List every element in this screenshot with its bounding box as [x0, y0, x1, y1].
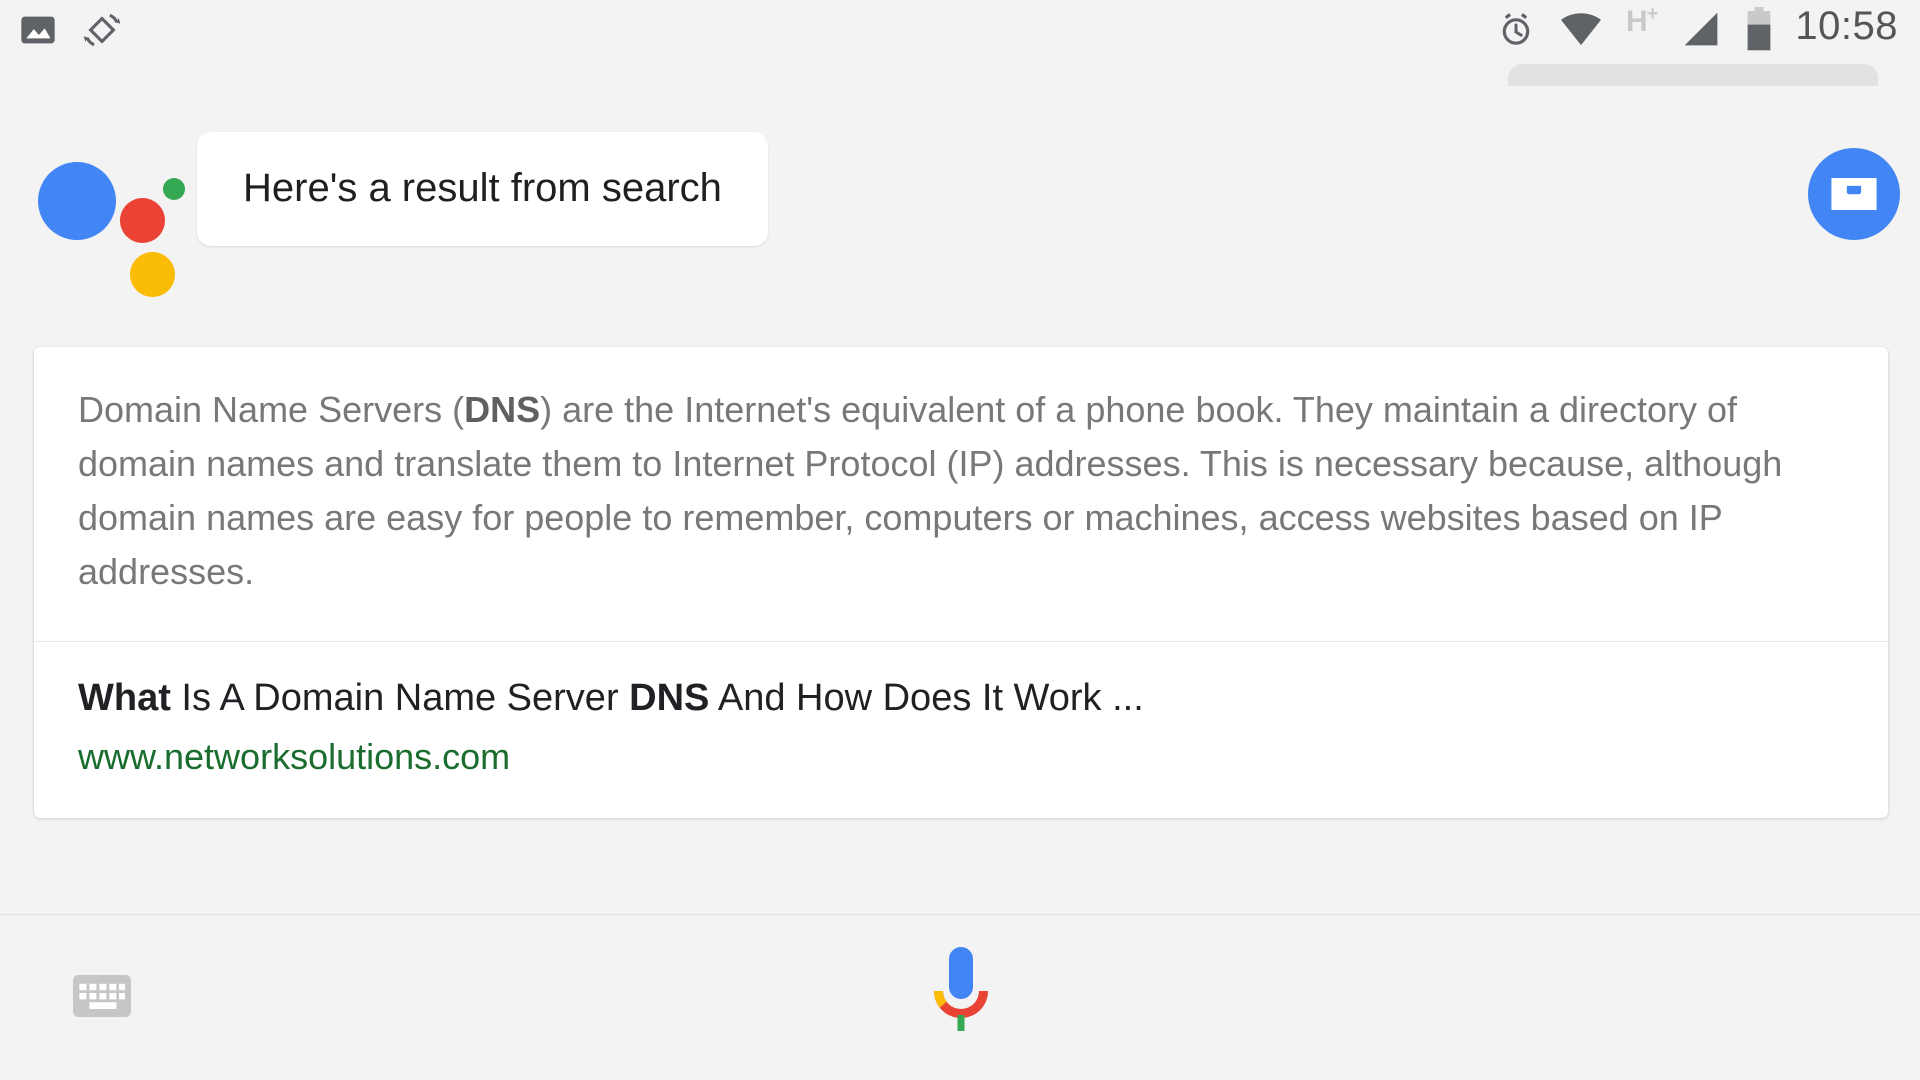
status-bar-right-icons: H+ 10:58	[1496, 2, 1898, 51]
microphone-button[interactable]	[930, 943, 992, 1040]
inbox-icon	[1831, 178, 1877, 210]
keyboard-icon	[73, 975, 131, 1021]
snippet-section: Domain Name Servers (DNS) are the Intern…	[34, 347, 1888, 641]
assistant-message-bubble: Here's a result from search	[197, 132, 768, 246]
result-link-section[interactable]: What Is A Domain Name Server DNS And How…	[34, 642, 1888, 818]
photo-icon	[18, 10, 58, 50]
link-title-mid: Is A Domain Name Server	[170, 677, 630, 719]
assistant-dot-red	[120, 198, 165, 243]
snippet-part1: Domain Name Servers (	[78, 389, 465, 430]
bottom-input-bar	[0, 915, 1920, 1080]
assistant-dot-green	[163, 178, 185, 200]
screen-rotation-icon	[80, 8, 124, 52]
card-peek-decoration	[1508, 64, 1878, 86]
assistant-dot-yellow	[130, 252, 175, 297]
result-link-url[interactable]: www.networksolutions.com	[78, 736, 1844, 778]
result-link-title[interactable]: What Is A Domain Name Server DNS And How…	[78, 676, 1844, 722]
assistant-message-row: Here's a result from search	[0, 122, 1920, 297]
battery-icon	[1745, 6, 1773, 51]
snippet-bold-dns: DNS	[464, 389, 541, 430]
link-title-end: And How Does It Work ...	[709, 677, 1144, 719]
snippet-text: Domain Name Servers (DNS) are the Intern…	[78, 383, 1844, 599]
network-type-icon: H+	[1626, 2, 1658, 38]
inbox-button[interactable]	[1808, 148, 1900, 240]
cell-signal-icon	[1679, 9, 1723, 49]
link-title-bold-what: What	[78, 677, 171, 719]
assistant-message-text: Here's a result from search	[243, 166, 722, 210]
status-bar-left-icons	[18, 8, 124, 52]
assistant-dot-blue	[38, 162, 116, 240]
status-bar: H+ 10:58	[0, 0, 1920, 72]
keyboard-button[interactable]	[73, 975, 131, 1022]
search-result-card[interactable]: Domain Name Servers (DNS) are the Intern…	[34, 347, 1888, 818]
microphone-icon	[930, 947, 992, 1039]
link-title-bold-dns: DNS	[629, 677, 710, 719]
google-assistant-logo	[38, 150, 185, 297]
status-bar-clock: 10:58	[1795, 4, 1898, 48]
assistant-screen: H+ 10:58 Here's a result from search Dom…	[0, 0, 1920, 1080]
wifi-icon	[1558, 10, 1604, 48]
alarm-icon	[1496, 9, 1536, 49]
